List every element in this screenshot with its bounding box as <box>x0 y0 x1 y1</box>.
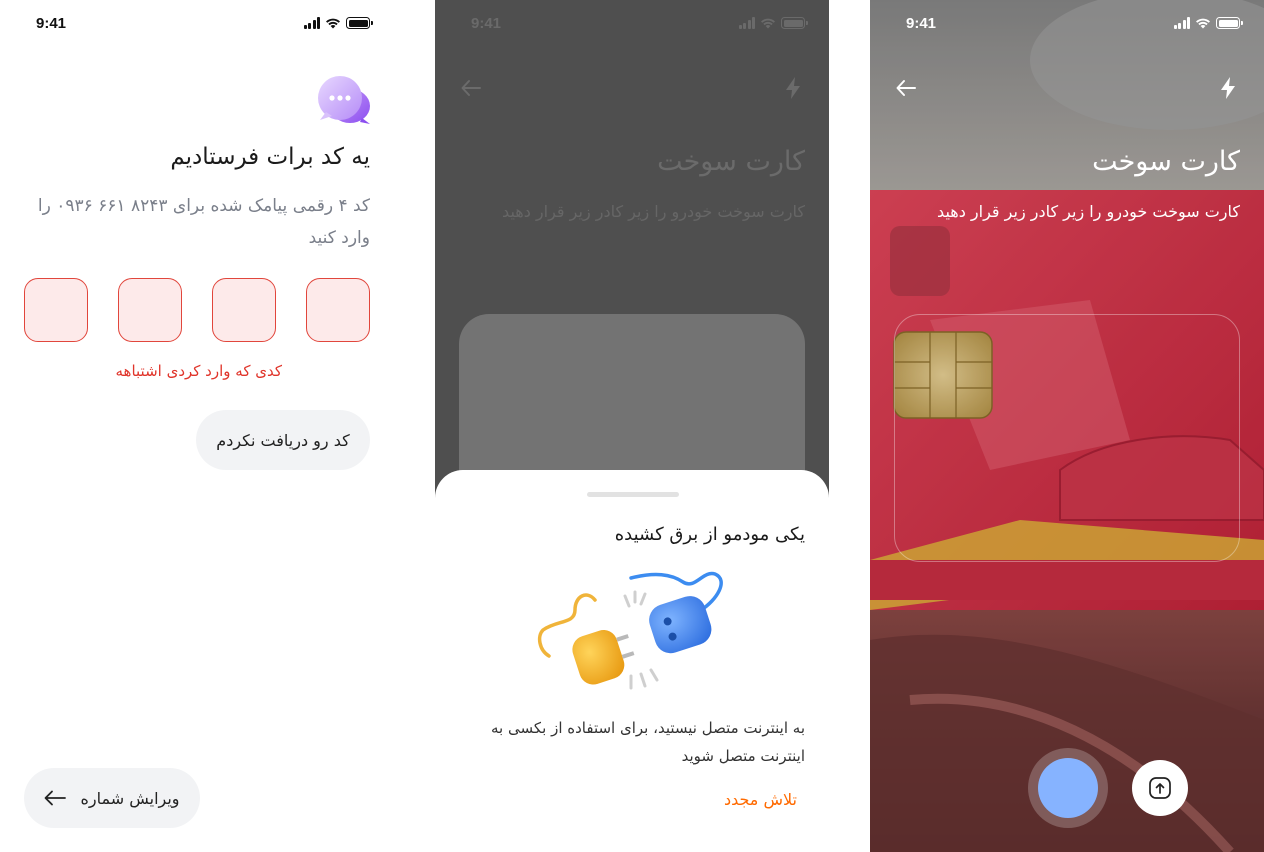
page-title: یه کد برات فرستادیم <box>170 144 370 170</box>
wifi-icon <box>1196 18 1210 29</box>
status-time: 9:41 <box>36 15 67 32</box>
arrow-left-icon <box>45 790 67 806</box>
unplugged-icon <box>537 571 723 690</box>
status-time: 9:41 <box>471 15 502 32</box>
page-subtitle: کارت سوخت خودرو را زیر کادر زیر قرار دهی… <box>502 202 805 221</box>
offline-screen: 9:41 کارت سوخت کارت سوخت خودرو را زیر کا… <box>435 0 829 852</box>
otp-screen: 9:41 یه کد برات فرستادیم کد ۴ رقمی پیامک… <box>0 0 394 852</box>
retry-button[interactable]: تلاش مجدد <box>724 790 797 809</box>
status-icons <box>1173 17 1243 29</box>
status-time: 9:41 <box>906 15 937 32</box>
edit-number-button[interactable]: ویرایش شماره <box>24 768 200 828</box>
status-icons <box>738 17 808 29</box>
resend-code-button[interactable]: کد رو دریافت نکردم <box>196 410 370 470</box>
page-title: کارت سوخت <box>657 146 805 177</box>
status-bar: 9:41 <box>870 0 1264 48</box>
card-frame <box>894 314 1240 562</box>
signal-icon <box>303 17 320 29</box>
otp-digit-3[interactable] <box>118 278 182 342</box>
signal-icon <box>1173 17 1190 29</box>
battery-icon <box>1216 17 1243 29</box>
sheet-description: به اینترنت متصل نیستید، برای استفاده از … <box>490 719 805 765</box>
battery-icon <box>346 17 373 29</box>
error-message: کدی که وارد کردی اشتباهه <box>115 362 283 380</box>
status-bar: 9:41 <box>0 0 394 48</box>
upload-button[interactable] <box>1132 760 1188 816</box>
sheet-title: یکی مودمو از برق کشیده <box>614 524 805 545</box>
signal-icon <box>738 17 755 29</box>
otp-digit-2[interactable] <box>212 278 276 342</box>
status-bar: 9:41 <box>435 0 829 48</box>
wifi-icon <box>326 18 340 29</box>
offline-bottom-sheet: یکی مودمو از برق کشیده به اینترنت متصل ن… <box>435 470 829 852</box>
arrow-left-icon[interactable] <box>459 76 483 100</box>
resend-code-label: کد رو دریافت نکردم <box>216 430 350 450</box>
otp-description: کد ۴ رقمی پیامک شده برای ۸۲۴۳ ۶۶۱ ۰۹۳۶ ر… <box>37 196 370 248</box>
page-subtitle: کارت سوخت خودرو را زیر کادر زیر قرار دهی… <box>937 202 1240 221</box>
otp-digit-4[interactable] <box>24 278 88 342</box>
flash-icon[interactable] <box>1216 76 1240 100</box>
sheet-handle[interactable] <box>587 492 679 497</box>
capture-button-inner <box>1038 758 1098 818</box>
arrow-left-icon[interactable] <box>894 76 918 100</box>
flash-icon[interactable] <box>781 76 805 100</box>
battery-icon <box>781 17 808 29</box>
page-title: کارت سوخت <box>1092 146 1240 177</box>
upload-icon <box>1149 777 1171 799</box>
capture-button[interactable] <box>1028 748 1108 828</box>
edit-number-label: ویرایش شماره <box>80 788 180 808</box>
card-scan-screen: 9:41 کارت سوخت کارت سوخت خودرو را زیر کا… <box>870 0 1264 852</box>
otp-digit-1[interactable] <box>306 278 370 342</box>
wifi-icon <box>761 18 775 29</box>
chat-bubble-icon <box>318 76 370 124</box>
status-icons <box>303 17 373 29</box>
